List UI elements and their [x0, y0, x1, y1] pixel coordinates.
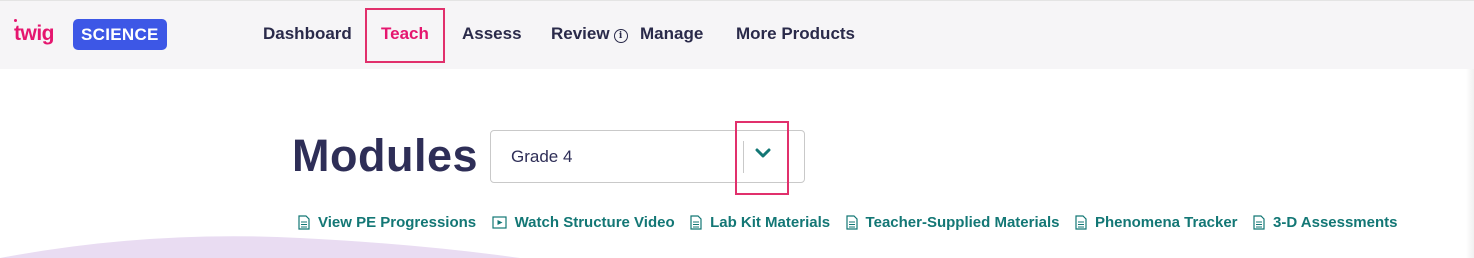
link-3d-assessments[interactable]: 3-D Assessments — [1253, 214, 1398, 231]
logo-science-badge: SCIENCE — [73, 19, 167, 50]
nav-teach[interactable]: Teach — [381, 24, 429, 44]
nav-assess[interactable]: Assess — [462, 24, 522, 44]
document-icon — [298, 215, 310, 230]
link-label: Phenomena Tracker — [1094, 214, 1238, 231]
page-title: Modules — [292, 130, 479, 181]
chevron-highlight-box — [735, 121, 789, 195]
link-teacher-supplied[interactable]: Teacher-Supplied Materials — [845, 214, 1060, 231]
link-label: Watch Structure Video — [514, 214, 675, 231]
document-icon — [690, 215, 702, 230]
link-phenomena-tracker[interactable]: Phenomena Tracker — [1075, 214, 1238, 231]
nav-dashboard[interactable]: Dashboard — [263, 24, 352, 44]
info-icon[interactable]: i — [613, 29, 628, 43]
document-icon — [845, 215, 858, 230]
resource-links: View PE Progressions Watch Structure Vid… — [298, 214, 1409, 234]
link-pe-progressions[interactable]: View PE Progressions — [298, 214, 476, 231]
document-icon — [1075, 215, 1087, 230]
decorative-arc — [0, 236, 520, 258]
logo-twig-text: twig — [14, 22, 55, 45]
top-navbar: twig SCIENCE Dashboard Teach Assess Revi… — [0, 0, 1474, 69]
document-icon — [1253, 215, 1265, 230]
link-label: Lab Kit Materials — [710, 214, 831, 231]
link-label: Teacher-Supplied Materials — [865, 214, 1060, 231]
link-label: 3-D Assessments — [1272, 214, 1398, 231]
nav-more-products[interactable]: More Products — [736, 24, 855, 44]
link-lab-kit[interactable]: Lab Kit Materials — [690, 214, 830, 231]
nav-review-label: Review — [551, 24, 610, 43]
link-label: View PE Progressions — [318, 214, 477, 231]
page-edge-shadow — [1466, 69, 1474, 258]
nav-manage[interactable]: Manage — [640, 24, 703, 44]
nav-review[interactable]: Review i — [551, 24, 628, 44]
grade-select-value: Grade 4 — [511, 147, 573, 166]
video-icon — [491, 216, 507, 229]
link-structure-video[interactable]: Watch Structure Video — [491, 214, 675, 231]
